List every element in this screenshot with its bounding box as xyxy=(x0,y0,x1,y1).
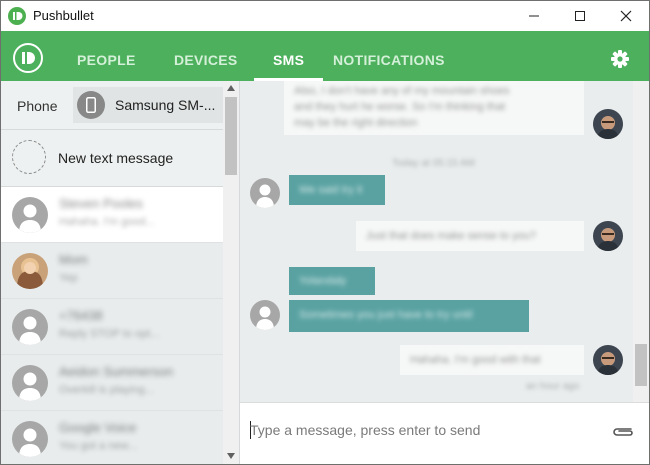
contact-item[interactable]: Aeidon Summerson Overkill is playing... xyxy=(1,355,223,411)
title-bar: Pushbullet xyxy=(1,1,649,31)
contact-name: Steven Pooles xyxy=(59,196,143,211)
pushbullet-logo-icon xyxy=(8,7,26,25)
timestamp: Today at 05:15 AM xyxy=(392,158,475,169)
contact-name: Mom xyxy=(59,252,88,267)
outgoing-message: Also, I don't have any of my mountain sh… xyxy=(284,81,584,135)
gear-icon[interactable] xyxy=(610,49,630,74)
contact-preview: Yep xyxy=(59,272,78,284)
avatar-photo xyxy=(593,345,623,375)
close-icon xyxy=(620,10,632,22)
tab-sms[interactable]: SMS xyxy=(273,31,304,81)
avatar-placeholder-icon xyxy=(12,309,48,345)
outgoing-message: Hahaha. I'm good with that xyxy=(400,345,584,375)
avatar-placeholder-icon xyxy=(12,365,48,401)
contact-item[interactable]: Google Voice You got a new... xyxy=(1,411,223,464)
maximize-icon xyxy=(575,11,585,21)
phone-icon xyxy=(77,91,105,119)
avatar-placeholder-icon xyxy=(12,197,48,233)
incoming-message: Yolandaly xyxy=(289,267,375,295)
contact-item[interactable]: Mom Yep xyxy=(1,243,223,299)
minimize-button[interactable] xyxy=(511,1,557,31)
top-nav-bar: PEOPLE DEVICES SMS NOTIFICATIONS xyxy=(1,31,649,81)
contact-item[interactable]: Steven Pooles Hahaha. I'm good... xyxy=(1,187,223,243)
contact-name: Aeidon Summerson xyxy=(59,364,174,379)
tab-notifications[interactable]: NOTIFICATIONS xyxy=(333,31,445,81)
device-selector[interactable]: Samsung SM-... xyxy=(73,87,223,123)
tab-devices[interactable]: DEVICES xyxy=(174,31,238,81)
scroll-up-arrow-icon[interactable] xyxy=(227,85,235,91)
contact-name: Google Voice xyxy=(59,420,137,435)
contact-item[interactable]: +76438 Reply STOP to opt... xyxy=(1,299,223,355)
avatar-photo xyxy=(12,253,48,289)
contact-name: +76438 xyxy=(59,308,103,323)
scroll-down-arrow-icon[interactable] xyxy=(227,453,235,459)
outgoing-message: Just that does make sense to you? xyxy=(356,221,584,251)
incoming-message: We said try it xyxy=(289,175,385,205)
device-name: Samsung SM-... xyxy=(115,97,216,113)
tab-people[interactable]: PEOPLE xyxy=(77,31,136,81)
paperclip-icon[interactable] xyxy=(611,425,635,444)
compose-bar xyxy=(240,402,649,464)
pushbullet-brand-icon[interactable] xyxy=(13,43,43,73)
new-text-message-button[interactable]: New text message xyxy=(1,130,223,187)
message-thread: Also, I don't have any of my mountain sh… xyxy=(240,81,633,402)
contact-preview: Hahaha. I'm good... xyxy=(59,216,155,228)
new-message-icon xyxy=(12,140,46,174)
thread-sidebar: Phone Samsung SM-... New text message St… xyxy=(1,81,240,464)
avatar-placeholder-icon xyxy=(250,178,280,208)
contact-preview: You got a new... xyxy=(59,440,137,452)
new-message-label: New text message xyxy=(58,150,174,166)
app-window: Pushbullet PEOPLE DEVICES SMS NOTIFICATI… xyxy=(0,0,650,465)
sidebar-scrollbar-thumb[interactable] xyxy=(225,97,237,175)
minimize-icon xyxy=(529,15,539,17)
avatar-photo xyxy=(593,221,623,251)
contact-preview: Overkill is playing... xyxy=(59,384,154,396)
avatar-photo xyxy=(593,109,623,139)
maximize-button[interactable] xyxy=(557,1,603,31)
window-title: Pushbullet xyxy=(33,8,94,23)
contact-preview: Reply STOP to opt... xyxy=(59,328,160,340)
chat-scrollbar-thumb[interactable] xyxy=(635,344,647,386)
incoming-message: Sometimes you just have to try until xyxy=(289,300,529,332)
close-button[interactable] xyxy=(603,1,649,31)
timestamp: an hour ago xyxy=(526,381,580,392)
message-input[interactable] xyxy=(250,415,590,445)
phone-picker-row: Phone Samsung SM-... xyxy=(1,81,223,130)
avatar-placeholder-icon xyxy=(250,300,280,330)
phone-label: Phone xyxy=(17,98,58,114)
avatar-placeholder-icon xyxy=(12,421,48,457)
